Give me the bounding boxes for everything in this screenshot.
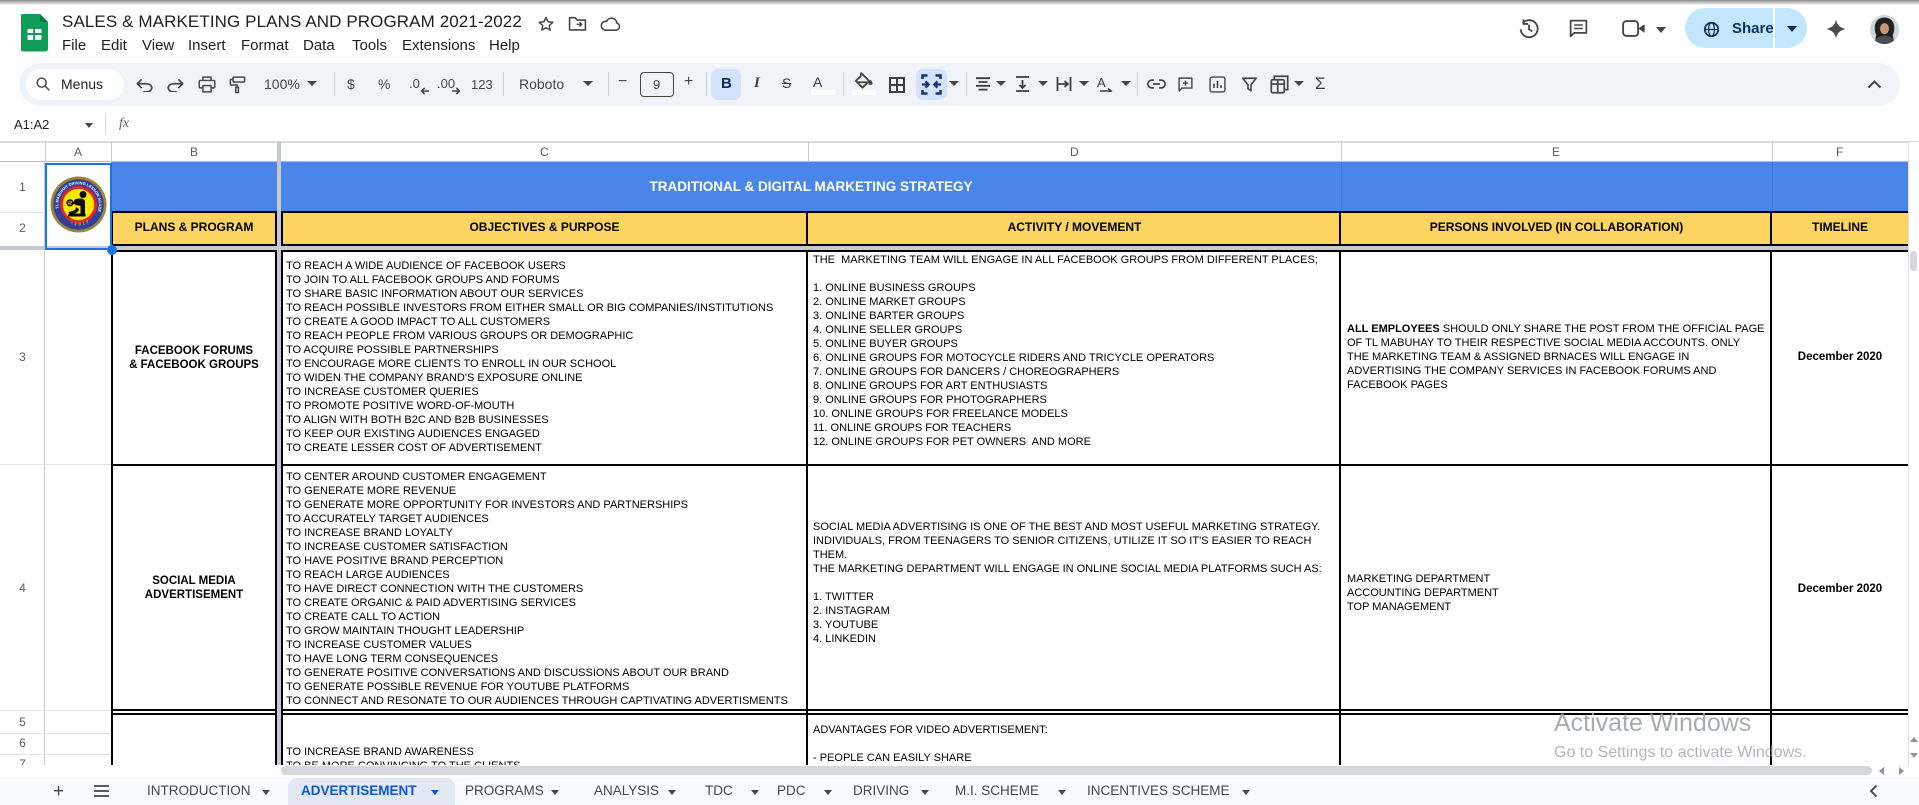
- svg-text:A: A: [1097, 75, 1106, 90]
